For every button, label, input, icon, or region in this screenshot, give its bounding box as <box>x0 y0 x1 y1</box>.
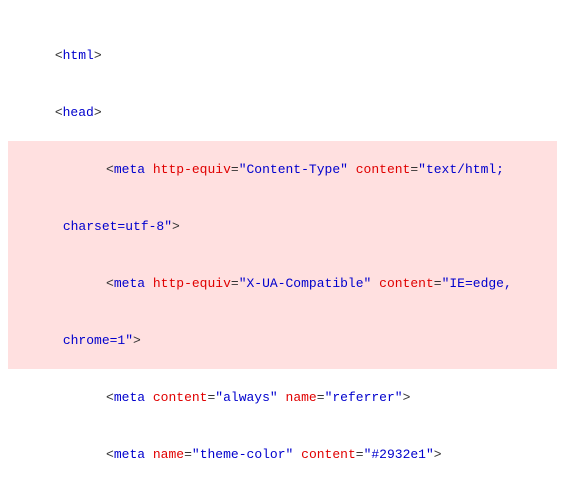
head-open-line: <head> <box>8 84 557 141</box>
meta-theme-line: <meta name="theme-color" content="#2932e… <box>8 426 557 483</box>
meta-ua-line: <meta http-equiv="X-UA-Compatible" conte… <box>8 255 557 312</box>
html-open-line: <html> <box>8 27 557 84</box>
meta-content-type-line2: charset=utf-8"> <box>8 198 557 255</box>
code-block: <html> <head> <meta http-equiv="Content-… <box>0 4 565 500</box>
meta-referrer-line: <meta content="always" name="referrer"> <box>8 369 557 426</box>
code-view: <html> <head> <meta http-equiv="Content-… <box>0 0 565 500</box>
meta-ua-line2: chrome=1"> <box>8 312 557 369</box>
blank-line <box>8 8 557 27</box>
meta-desc-line: <meta name="description" content="全球领先的中… <box>8 483 557 500</box>
meta-content-type-line: <meta http-equiv="Content-Type" content=… <box>8 141 557 198</box>
